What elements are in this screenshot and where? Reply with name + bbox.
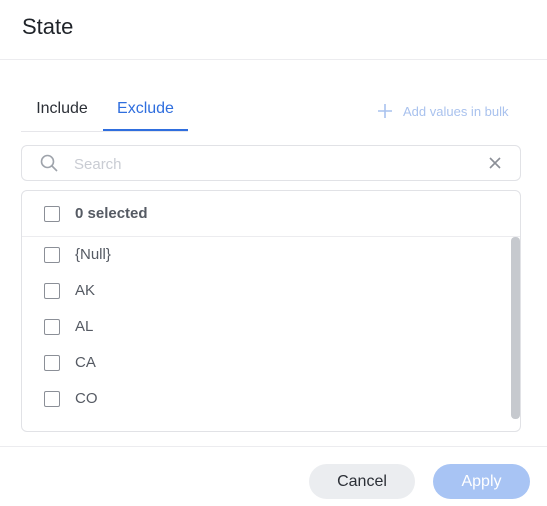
dialog-title: State (22, 14, 74, 39)
item-label: CO (75, 390, 98, 407)
scrollbar-thumb[interactable] (511, 237, 520, 419)
plus-icon (378, 104, 392, 118)
item-checkbox[interactable] (44, 283, 60, 299)
item-checkbox[interactable] (44, 391, 60, 407)
add-values-in-bulk-label: Add values in bulk (403, 103, 509, 119)
list-item[interactable]: AL (22, 309, 502, 345)
dialog-header: State (0, 0, 547, 60)
select-all-checkbox[interactable] (44, 206, 60, 222)
selected-count-label: 0 selected (75, 205, 148, 222)
cancel-button[interactable]: Cancel (309, 464, 415, 499)
item-label: AL (75, 318, 94, 335)
item-checkbox[interactable] (44, 319, 60, 335)
tab-exclude[interactable]: Exclude (103, 92, 188, 131)
apply-button[interactable]: Apply (433, 464, 530, 499)
tab-include[interactable]: Include (21, 92, 103, 130)
select-all-row[interactable]: 0 selected (22, 191, 520, 237)
item-label: AK (75, 282, 96, 299)
list-item[interactable]: AK (22, 273, 502, 309)
dialog-footer: Cancel Apply (0, 446, 547, 506)
item-label: CA (75, 354, 96, 371)
list-item[interactable]: {Null} (22, 237, 502, 273)
search-box (21, 145, 521, 181)
search-icon (40, 154, 58, 172)
item-label: {Null} (75, 246, 111, 263)
item-checkbox[interactable] (44, 355, 60, 371)
search-input[interactable] (72, 152, 476, 176)
list-item[interactable]: CO (22, 381, 502, 417)
values-list: 0 selected {Null} AK AL CA CO (21, 190, 521, 432)
tab-bar: Include Exclude (21, 92, 188, 132)
add-values-in-bulk-button[interactable]: Add values in bulk (376, 100, 509, 122)
item-checkbox[interactable] (44, 247, 60, 263)
list-item[interactable]: CA (22, 345, 502, 381)
list-scrollbar[interactable] (511, 237, 520, 431)
close-icon[interactable] (487, 155, 503, 171)
